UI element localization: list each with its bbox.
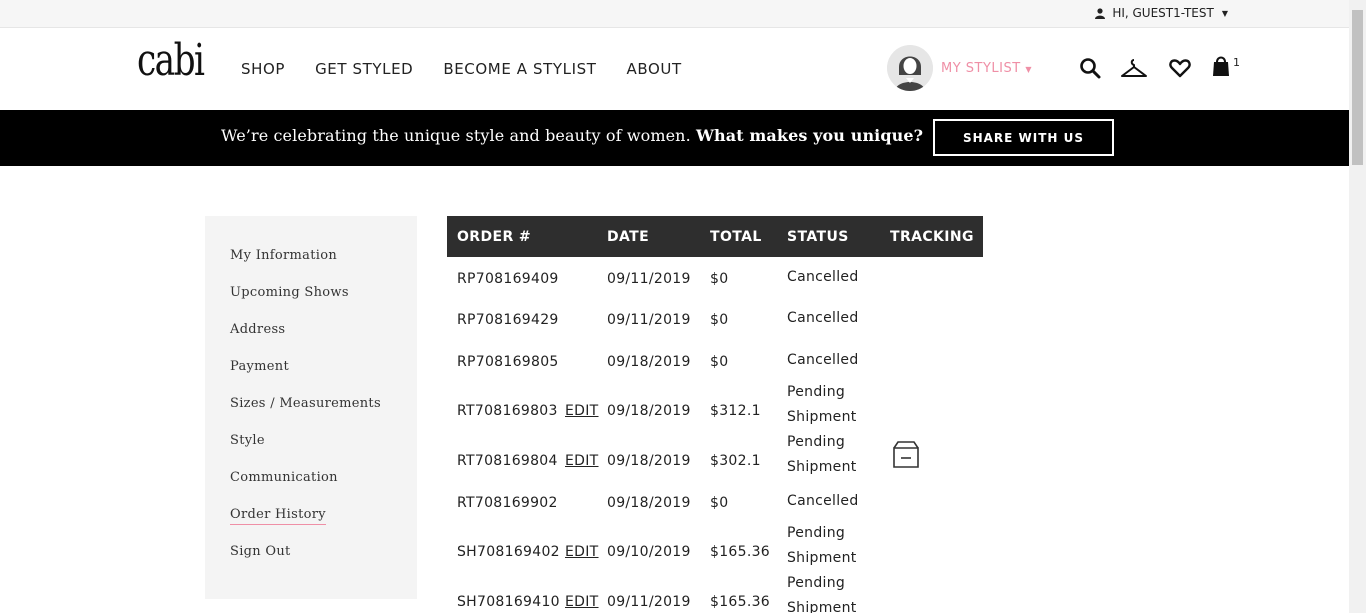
sidebar-item-payment[interactable]: Payment (230, 359, 417, 396)
sidebar-item-upcoming-shows[interactable]: Upcoming Shows (230, 285, 417, 322)
nav-about[interactable]: ABOUT (627, 60, 682, 78)
order-total: $0 (710, 271, 729, 287)
order-status: Pending Shipment (787, 525, 857, 566)
stylist-label: MY STYLIST (941, 60, 1021, 76)
cart-count: 1 (1233, 56, 1240, 69)
package-icon[interactable] (891, 439, 921, 469)
order-date: 09/10/2019 (607, 544, 691, 560)
column-header-tracking: TRACKING (890, 229, 974, 245)
order-status: Cancelled (787, 493, 859, 509)
sidebar-item-order-history[interactable]: Order History (230, 507, 417, 544)
order-date: 09/18/2019 (607, 453, 691, 469)
edit-order-link[interactable]: EDIT (565, 594, 599, 610)
nav-become-a-stylist[interactable]: BECOME A STYLIST (443, 60, 596, 78)
order-history-table: ORDER # DATE TOTAL STATUS TRACKING RP708… (447, 216, 983, 613)
table-row: RP708169429 09/11/2019 $0 Cancelled (447, 310, 983, 350)
hanger-icon[interactable] (1120, 56, 1148, 80)
promo-banner: We’re celebrating the unique style and b… (0, 110, 1349, 166)
edit-order-link[interactable]: EDIT (565, 453, 599, 469)
table-row: RP708169409 09/11/2019 $0 Cancelled (447, 269, 983, 309)
order-total: $302.1 (710, 453, 761, 469)
promo-text: We’re celebrating the unique style and b… (221, 126, 691, 145)
order-number: RT708169804 (457, 453, 558, 469)
table-row: RT708169804 EDIT 09/18/2019 $302.1 Pending S… (447, 434, 983, 486)
page-scrollbar[interactable] (1349, 0, 1366, 613)
order-date: 09/18/2019 (607, 403, 691, 419)
order-number: RP708169805 (457, 354, 559, 370)
order-status: Pending Shipment (787, 575, 857, 613)
order-status: Pending Shipment (787, 434, 857, 475)
share-with-us-button[interactable]: SHARE WITH US (933, 119, 1114, 156)
edit-order-link[interactable]: EDIT (565, 544, 599, 560)
account-sidebar: My Information Upcoming Shows Address Pa… (205, 216, 417, 599)
search-icon[interactable] (1078, 56, 1102, 80)
my-stylist-menu[interactable]: MY STYLIST ▼ (887, 45, 1032, 91)
table-row: SH708169402 EDIT 09/10/2019 $165.36 Pending … (447, 525, 983, 577)
nav-get-styled[interactable]: GET STYLED (315, 60, 413, 78)
order-total: $312.1 (710, 403, 761, 419)
scrollbar-thumb[interactable] (1352, 10, 1363, 165)
order-status: Cancelled (787, 269, 859, 285)
order-total: $165.36 (710, 544, 770, 560)
column-header-date: DATE (607, 229, 650, 245)
order-total: $0 (710, 495, 729, 511)
order-date: 09/18/2019 (607, 354, 691, 370)
order-status: Cancelled (787, 352, 859, 368)
chevron-down-icon: ▼ (1025, 64, 1032, 74)
greeting-text: HI, GUEST1-TEST (1112, 6, 1214, 20)
order-number: RT708169803 (457, 403, 558, 419)
stylist-avatar (887, 45, 933, 91)
site-header: cabi SHOP GET STYLED BECOME A STYLIST AB… (0, 28, 1349, 110)
heart-icon[interactable] (1168, 56, 1192, 80)
order-total: $165.36 (710, 594, 770, 610)
order-status: Cancelled (787, 310, 859, 326)
order-date: 09/11/2019 (607, 594, 691, 610)
sidebar-item-style[interactable]: Style (230, 433, 417, 470)
main-nav: SHOP GET STYLED BECOME A STYLIST ABOUT (241, 60, 682, 78)
order-number: SH708169410 (457, 594, 560, 610)
column-header-order: ORDER # (457, 229, 532, 245)
sidebar-item-communication[interactable]: Communication (230, 470, 417, 507)
nav-shop[interactable]: SHOP (241, 60, 285, 78)
user-icon (1095, 7, 1106, 19)
chevron-down-icon: ▼ (1221, 8, 1228, 18)
order-number: RT708169902 (457, 495, 558, 511)
sidebar-item-sizes-measurements[interactable]: Sizes / Measurements (230, 396, 417, 433)
table-header: ORDER # DATE TOTAL STATUS TRACKING (447, 216, 983, 257)
utility-bar: HI, GUEST1-TEST ▼ (0, 0, 1349, 28)
sidebar-item-my-information[interactable]: My Information (230, 248, 417, 285)
order-date: 09/11/2019 (607, 271, 691, 287)
shopping-bag-icon[interactable] (1209, 54, 1233, 78)
column-header-total: TOTAL (710, 229, 762, 245)
cabi-logo[interactable]: cabi (137, 35, 205, 86)
sidebar-item-sign-out[interactable]: Sign Out (230, 544, 417, 581)
table-row: SH708169410 EDIT 09/11/2019 $165.36 Pending … (447, 575, 983, 613)
order-number: RP708169409 (457, 271, 559, 287)
promo-highlight: What makes you unique? (695, 126, 924, 145)
order-number: SH708169402 (457, 544, 560, 560)
sidebar-item-address[interactable]: Address (230, 322, 417, 359)
order-number: RP708169429 (457, 312, 559, 328)
order-date: 09/18/2019 (607, 495, 691, 511)
column-header-status: STATUS (787, 229, 849, 245)
order-status: Pending Shipment (787, 384, 857, 425)
order-total: $0 (710, 354, 729, 370)
order-total: $0 (710, 312, 729, 328)
edit-order-link[interactable]: EDIT (565, 403, 599, 419)
order-date: 09/11/2019 (607, 312, 691, 328)
account-greeting[interactable]: HI, GUEST1-TEST ▼ (1095, 6, 1228, 20)
table-row: RT708169803 EDIT 09/18/2019 $312.1 Pending S… (447, 384, 983, 436)
